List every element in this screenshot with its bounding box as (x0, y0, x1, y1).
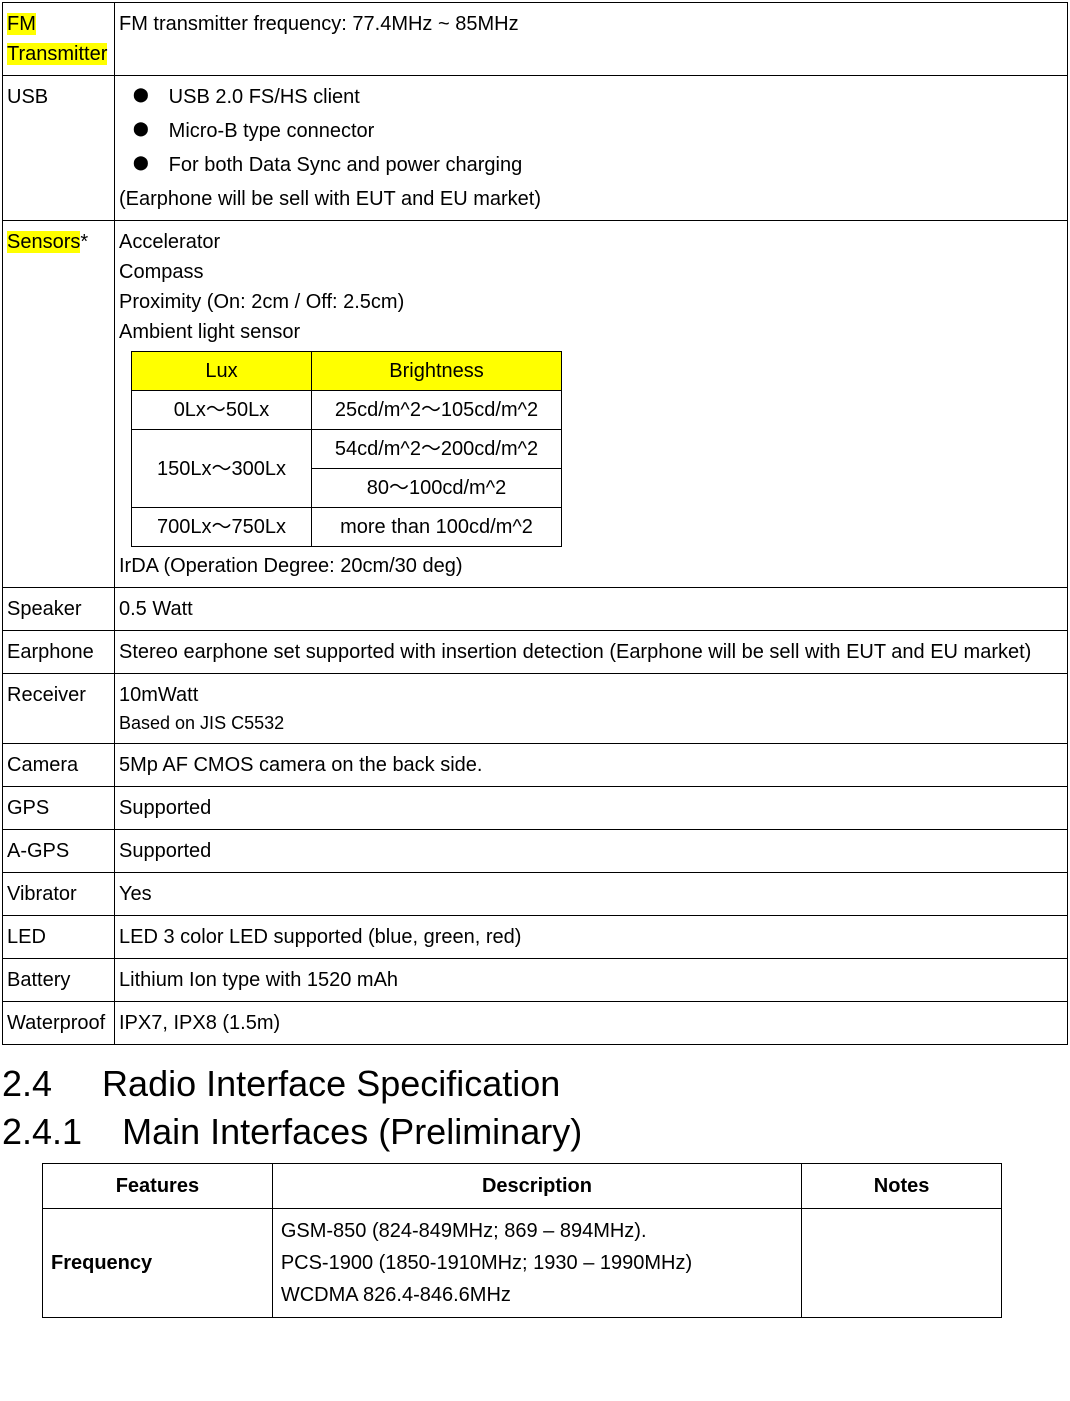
cell-waterproof-value: IPX7, IPX8 (1.5m) (115, 1002, 1068, 1045)
lux-r3-lux: 700Lx～750Lx (132, 508, 312, 547)
row-usb: USB ⬤USB 2.0 FS/HS client ⬤Micro-B type … (3, 76, 1068, 221)
lux-r3-bright: more than 100cd/m^2 (312, 508, 562, 547)
radio-freq-notes (802, 1209, 1002, 1318)
radio-head-description: Description (272, 1164, 801, 1209)
cell-battery-label: Battery (3, 959, 115, 1002)
row-agps: A-GPS Supported (3, 830, 1068, 873)
bullet-icon: ⬤ (133, 82, 149, 107)
cell-speaker-value: 0.5 Watt (115, 588, 1068, 631)
cell-usb-label: USB (3, 76, 115, 221)
cell-camera-value: 5Mp AF CMOS camera on the back side. (115, 744, 1068, 787)
row-sensors: Sensors* Accelerator Compass Proximity (… (3, 221, 1068, 588)
cell-gps-label: GPS (3, 787, 115, 830)
cell-agps-value: Supported (115, 830, 1068, 873)
lux-r2-bright-b: 80～100cd/m^2 (312, 469, 562, 508)
cell-led-label: LED (3, 916, 115, 959)
cell-fm-value: FM transmitter frequency: 77.4MHz ~ 85MH… (115, 3, 1068, 76)
lux-table: Lux Brightness 0Lx～50Lx 25cd/m^2～105cd/m… (131, 351, 562, 547)
usb-bullet-2: ⬤Micro-B type connector (119, 116, 1063, 146)
cell-waterproof-label: Waterproof (3, 1002, 115, 1045)
cell-receiver-value: 10mWatt Based on JIS C5532 (115, 674, 1068, 744)
lux-header-brightness: Brightness (312, 352, 562, 391)
row-vibrator: Vibrator Yes (3, 873, 1068, 916)
row-battery: Battery Lithium Ion type with 1520 mAh (3, 959, 1068, 1002)
bullet-icon: ⬤ (133, 150, 149, 175)
cell-battery-value: Lithium Ion type with 1520 mAh (115, 959, 1068, 1002)
lux-r2-lux: 150Lx～300Lx (132, 430, 312, 508)
cell-receiver-label: Receiver (3, 674, 115, 744)
row-earphone: Earphone Stereo earphone set supported w… (3, 631, 1068, 674)
cell-earphone-label: Earphone (3, 631, 115, 674)
radio-freq-label: Frequency (43, 1209, 273, 1318)
usb-bullet-3: ⬤For both Data Sync and power charging (119, 150, 1063, 180)
lux-r2-bright-a: 54cd/m^2～200cd/m^2 (312, 430, 562, 469)
radio-head-notes: Notes (802, 1164, 1002, 1209)
row-gps: GPS Supported (3, 787, 1068, 830)
lux-r1-bright: 25cd/m^2～105cd/m^2 (312, 391, 562, 430)
heading-2-4: 2.4 Radio Interface Specification (2, 1063, 1068, 1105)
cell-sensors-value: Accelerator Compass Proximity (On: 2cm /… (115, 221, 1068, 588)
cell-sensors-label: Sensors* (3, 221, 115, 588)
cell-led-value: LED 3 color LED supported (blue, green, … (115, 916, 1068, 959)
sensor-proximity: Proximity (On: 2cm / Off: 2.5cm) (119, 287, 1063, 317)
lux-header-lux: Lux (132, 352, 312, 391)
row-receiver: Receiver 10mWatt Based on JIS C5532 (3, 674, 1068, 744)
sensor-accelerator: Accelerator (119, 227, 1063, 257)
cell-fm-label: FM Transmitter (3, 3, 115, 76)
radio-table: Features Description Notes Frequency GSM… (42, 1163, 1002, 1318)
cell-usb-value: ⬤USB 2.0 FS/HS client ⬤Micro-B type conn… (115, 76, 1068, 221)
cell-speaker-label: Speaker (3, 588, 115, 631)
sensor-compass: Compass (119, 257, 1063, 287)
row-camera: Camera 5Mp AF CMOS camera on the back si… (3, 744, 1068, 787)
radio-head-features: Features (43, 1164, 273, 1209)
usb-note: (Earphone will be sell with EUT and EU m… (119, 184, 1063, 214)
receiver-note: Based on JIS C5532 (119, 710, 1063, 737)
cell-earphone-value: Stereo earphone set supported with inser… (115, 631, 1068, 674)
cell-agps-label: A-GPS (3, 830, 115, 873)
row-led: LED LED 3 color LED supported (blue, gre… (3, 916, 1068, 959)
radio-row-frequency: Frequency GSM-850 (824-849MHz; 869 – 894… (43, 1209, 1002, 1318)
row-fm-transmitter: FM Transmitter FM transmitter frequency:… (3, 3, 1068, 76)
bullet-icon: ⬤ (133, 116, 149, 141)
cell-camera-label: Camera (3, 744, 115, 787)
row-waterproof: Waterproof IPX7, IPX8 (1.5m) (3, 1002, 1068, 1045)
radio-freq-desc: GSM-850 (824-849MHz; 869 – 894MHz). PCS-… (272, 1209, 801, 1318)
sensor-ambient: Ambient light sensor (119, 317, 1063, 347)
spec-table: FM Transmitter FM transmitter frequency:… (2, 2, 1068, 1045)
sensor-irda: IrDA (Operation Degree: 20cm/30 deg) (119, 551, 1063, 581)
lux-r1-lux: 0Lx～50Lx (132, 391, 312, 430)
cell-gps-value: Supported (115, 787, 1068, 830)
row-speaker: Speaker 0.5 Watt (3, 588, 1068, 631)
heading-2-4-1: 2.4.1 Main Interfaces (Preliminary) (2, 1111, 1068, 1153)
cell-vibrator-label: Vibrator (3, 873, 115, 916)
cell-vibrator-value: Yes (115, 873, 1068, 916)
usb-bullet-1: ⬤USB 2.0 FS/HS client (119, 82, 1063, 112)
